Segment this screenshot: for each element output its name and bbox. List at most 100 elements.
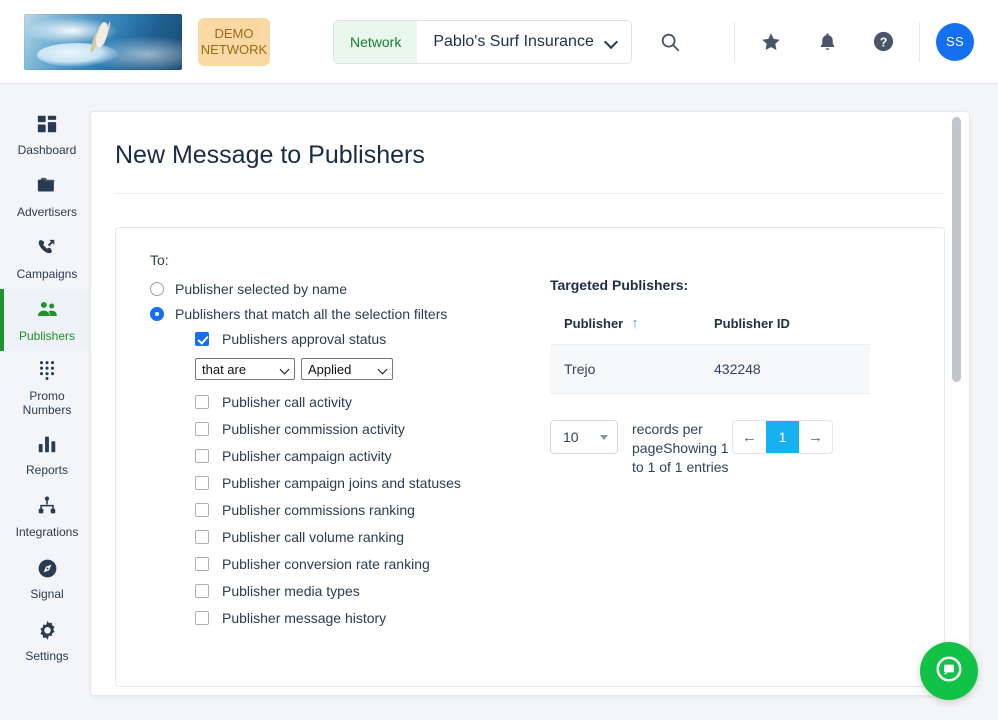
checkbox-icon[interactable] [195, 611, 209, 625]
checkbox-icon[interactable] [195, 422, 209, 436]
filter-label: Publisher call activity [222, 394, 352, 410]
top-header: DEMO NETWORK Network Pablo's Surf Insura… [0, 0, 998, 84]
sidebar-item-label: Reports [26, 463, 68, 477]
checkbox-icon[interactable] [195, 395, 209, 409]
previous-page-button[interactable]: ← [733, 421, 766, 453]
header-divider-1 [734, 22, 735, 62]
sidebar-item-signal[interactable]: Signal [0, 547, 94, 609]
filter-publisher-media-types[interactable]: Publisher media types [195, 583, 495, 599]
network-selector[interactable]: Network Pablo's Surf Insurance [333, 20, 632, 64]
filter-publisher-commissions-ranking[interactable]: Publisher commissions ranking [195, 502, 495, 518]
checkbox-icon[interactable] [195, 530, 209, 544]
chat-bubble-icon [934, 654, 964, 689]
compass-icon [36, 555, 59, 581]
sidebar-item-integrations[interactable]: Integrations [0, 485, 94, 547]
sidebar-item-label: Dashboard [18, 143, 77, 157]
recipient-selection-column: To: Publisher selected by name Publisher… [150, 252, 495, 686]
checkbox-icon[interactable] [195, 557, 209, 571]
demo-badge-line2: NETWORK [201, 42, 267, 58]
svg-text:?: ? [879, 35, 887, 49]
cell-publisher: Trejo [564, 361, 714, 377]
column-header-publisher-id[interactable]: Publisher ID [714, 316, 790, 331]
star-icon[interactable] [751, 22, 791, 62]
bell-icon[interactable] [807, 22, 847, 62]
sidebar-item-campaigns[interactable]: Campaigns [0, 227, 94, 289]
demo-badge-line1: DEMO [215, 26, 254, 42]
pagination-controls: 10 records per pageShowing 1 to 1 of 1 e… [550, 420, 870, 477]
sidebar-item-label: Publishers [19, 329, 75, 343]
main-content-card: New Message to Publishers To: Publisher … [90, 111, 970, 696]
avatar[interactable]: SS [936, 23, 974, 61]
network-logo-image[interactable] [24, 14, 182, 70]
operator-select-value: that are [202, 362, 246, 377]
column-header-label: Publisher [564, 316, 623, 331]
to-label: To: [150, 252, 495, 268]
table-header-row: Publisher ↑ Publisher ID [550, 316, 870, 344]
grid-icon [36, 111, 58, 137]
filter-label: Publisher commissions ranking [222, 502, 415, 518]
search-icon[interactable] [650, 22, 690, 62]
page-number-button-1[interactable]: 1 [766, 421, 799, 453]
filter-publisher-commission-activity[interactable]: Publisher commission activity [195, 421, 495, 437]
radio-publisher-by-name[interactable]: Publisher selected by name [150, 281, 495, 297]
sidebar-item-advertisers[interactable]: Advertisers [0, 165, 94, 227]
filter-label: Publisher campaign activity [222, 448, 392, 464]
demo-network-badge: DEMO NETWORK [198, 18, 270, 66]
filter-publisher-campaign-joins-and-statuses[interactable]: Publisher campaign joins and statuses [195, 475, 495, 491]
targeted-publishers-title: Targeted Publishers: [550, 277, 880, 293]
filter-label: Publishers approval status [222, 331, 386, 347]
radio-label: Publishers that match all the selection … [175, 306, 447, 322]
people-icon [35, 297, 60, 323]
filter-label: Publisher campaign joins and statuses [222, 475, 461, 491]
sidebar-item-publishers[interactable]: Publishers [0, 289, 94, 351]
content-scrollbar-thumb[interactable] [952, 117, 961, 382]
sidebar-item-settings[interactable]: Settings [0, 609, 94, 671]
filter-publishers-approval-status[interactable]: Publishers approval status [195, 331, 495, 347]
records-per-page-select[interactable]: 10 [550, 420, 618, 454]
targeted-publishers-table: Publisher ↑ Publisher ID Trejo 432248 10 [550, 316, 870, 477]
checkbox-icon[interactable] [195, 584, 209, 598]
status-select[interactable]: Applied [301, 358, 393, 380]
approval-status-selects: that are Applied [195, 358, 495, 380]
filter-publisher-conversion-rate-ranking[interactable]: Publisher conversion rate ranking [195, 556, 495, 572]
targeted-publishers-column: Targeted Publishers: Publisher ↑ Publish… [550, 252, 880, 686]
filter-publisher-call-volume-ranking[interactable]: Publisher call volume ranking [195, 529, 495, 545]
checkbox-icon[interactable] [195, 449, 209, 463]
filter-publisher-message-history[interactable]: Publisher message history [195, 610, 495, 626]
checkbox-icon[interactable] [195, 476, 209, 490]
sidebar-item-promo-numbers[interactable]: Promo Numbers [0, 351, 94, 423]
filter-publisher-campaign-activity[interactable]: Publisher campaign activity [195, 448, 495, 464]
chat-widget-button[interactable] [920, 642, 978, 700]
checkbox-icon[interactable] [195, 503, 209, 517]
next-page-button[interactable]: → [799, 421, 832, 453]
records-per-page-value: 10 [563, 429, 579, 445]
question-circle-icon[interactable]: ? [863, 22, 903, 62]
network-label: Network [334, 21, 417, 63]
radio-label: Publisher selected by name [175, 281, 347, 297]
radio-publishers-match-filters[interactable]: Publishers that match all the selection … [150, 306, 495, 322]
radio-icon-selected[interactable] [150, 307, 164, 321]
filter-publisher-call-activity[interactable]: Publisher call activity [195, 394, 495, 410]
sidebar-item-dashboard[interactable]: Dashboard [0, 103, 94, 165]
header-divider-2 [919, 22, 920, 62]
sort-ascending-icon[interactable]: ↑ [631, 318, 639, 330]
checkbox-icon-checked[interactable] [195, 332, 209, 346]
sidebar-item-label: Advertisers [17, 205, 77, 219]
operator-select[interactable]: that are [195, 358, 295, 380]
network-value[interactable]: Pablo's Surf Insurance [417, 21, 630, 63]
sidebar-item-label: Integrations [16, 525, 79, 539]
column-header-publisher[interactable]: Publisher ↑ [564, 316, 714, 331]
sidebar-item-reports[interactable]: Reports [0, 423, 94, 485]
folder-icon [35, 173, 59, 199]
page-title: New Message to Publishers [115, 141, 969, 170]
radio-icon-unselected[interactable] [150, 282, 164, 296]
status-select-value: Applied [308, 362, 351, 377]
table-row[interactable]: Trejo 432248 [550, 344, 870, 394]
content-scrollbar-track[interactable] [952, 116, 961, 693]
sidebar-item-label: Promo Numbers [23, 389, 72, 417]
sidebar-item-label: Settings [25, 649, 68, 663]
sitemap-icon [36, 493, 58, 519]
phone-forward-icon [35, 235, 59, 261]
records-per-page-label: records per pageShowing 1 to 1 of 1 entr… [632, 420, 732, 477]
title-divider [115, 193, 945, 194]
